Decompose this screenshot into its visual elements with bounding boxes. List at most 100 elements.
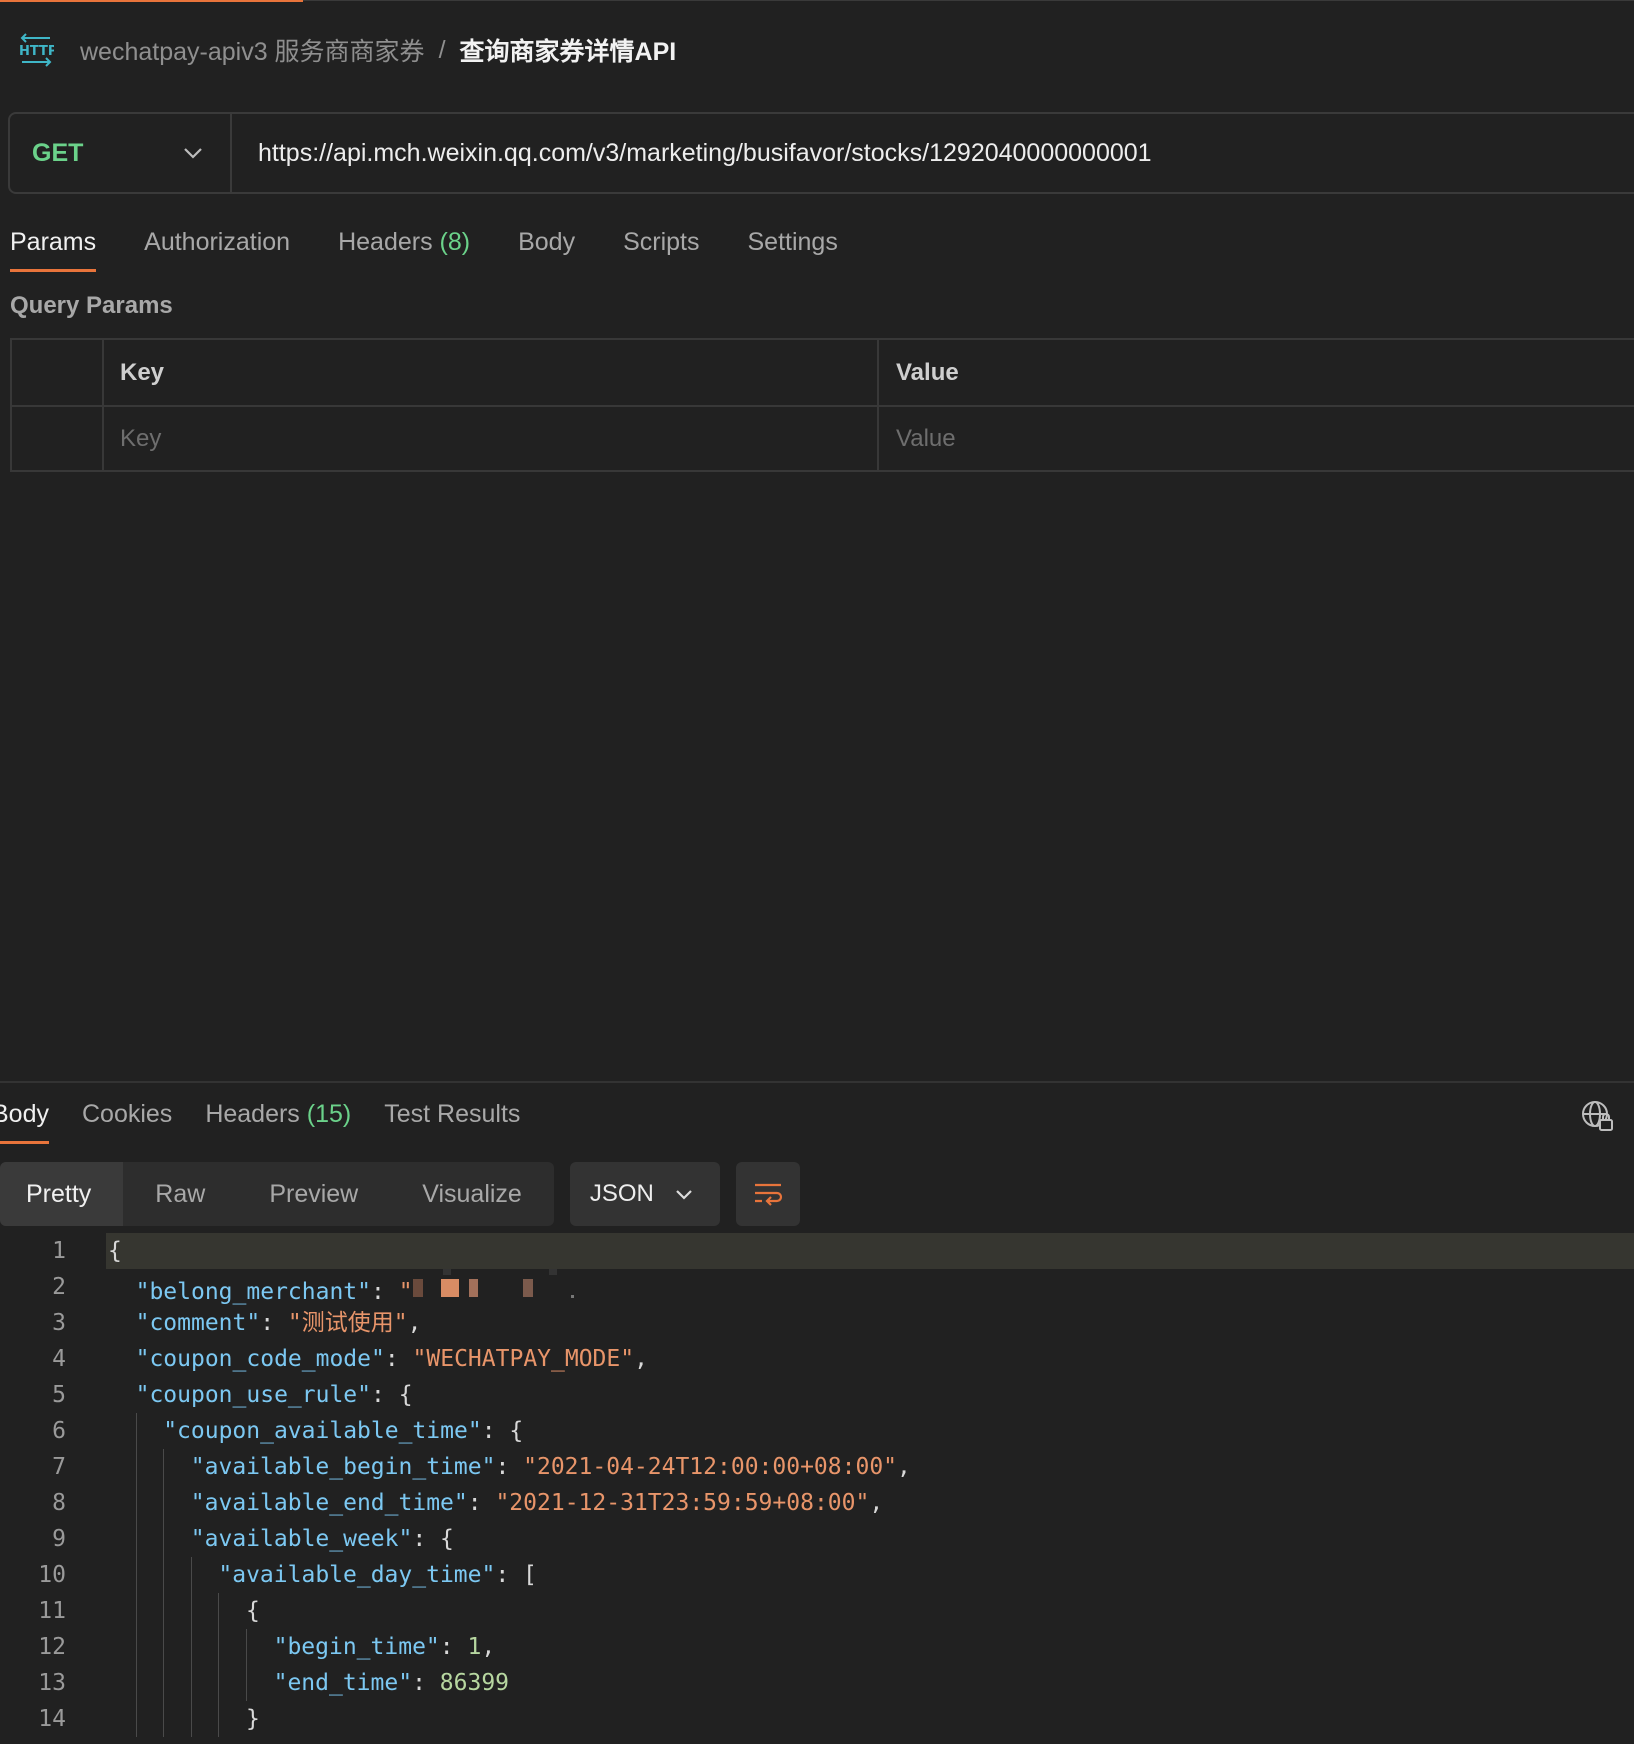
format-label: JSON — [589, 1180, 654, 1207]
line-number: 5 — [52, 1382, 66, 1408]
code-content: "belong_merchant": " — [106, 1269, 1634, 1305]
json-key: "coupon_code_mode" — [135, 1346, 385, 1372]
url-input[interactable]: https://api.mch.weixin.qq.com/v3/marketi… — [232, 139, 1152, 168]
tab-settings[interactable]: Settings — [747, 222, 837, 272]
breadcrumb: HTTP wechatpay-apiv3 服务商商家券 / 查询商家券详情API — [18, 30, 676, 70]
response-tab-test-results[interactable]: Test Results — [384, 1092, 520, 1144]
view-visualize[interactable]: Visualize — [390, 1162, 554, 1226]
breadcrumb-collection[interactable]: wechatpay-apiv3 服务商商家券 — [80, 32, 425, 68]
code-line: 3 "comment": "测试使用", — [0, 1305, 1634, 1341]
value-input[interactable]: Value — [896, 406, 956, 471]
tab-headers[interactable]: Headers (8) — [338, 222, 470, 272]
code-line: 12 "begin_time": 1, — [0, 1629, 1634, 1665]
code-content: "available_begin_time": "2021-04-24T12:0… — [106, 1449, 1634, 1485]
code-content: "available_end_time": "2021-12-31T23:59:… — [106, 1485, 1634, 1521]
wrap-lines-button[interactable] — [735, 1162, 800, 1226]
json-punctuation: : — [384, 1346, 413, 1372]
json-punctuation: { — [108, 1238, 122, 1264]
indent-guide — [163, 1629, 165, 1665]
indent-guide — [246, 1665, 247, 1701]
code-content: "comment": "测试使用", — [106, 1305, 1634, 1341]
indent-guide — [135, 1593, 137, 1629]
tab-label: Settings — [747, 228, 838, 256]
line-number: 10 — [38, 1562, 66, 1588]
code-content: { — [106, 1233, 1634, 1269]
tab-authorization[interactable]: Authorization — [144, 222, 290, 272]
code-line: 11 { — [0, 1593, 1634, 1629]
view-raw[interactable]: Raw — [123, 1162, 237, 1226]
view-preview[interactable]: Preview — [237, 1162, 390, 1226]
code-line: 4 "coupon_code_mode": "WECHATPAY_MODE", — [0, 1341, 1634, 1377]
line-number: 13 — [38, 1670, 66, 1696]
response-body-code[interactable]: 1{2 "belong_merchant": " 3 "comment": "测试使用… — [0, 1233, 1634, 1744]
indent-guide — [135, 1485, 137, 1521]
table-row: Key Value — [12, 406, 1634, 471]
json-key: "available_end_time" — [190, 1490, 468, 1516]
top-border — [303, 0, 1634, 1]
indent-guide — [218, 1593, 220, 1629]
indent-guide — [246, 1629, 247, 1665]
indent-guide — [135, 1629, 137, 1665]
key-input[interactable]: Key — [120, 406, 161, 471]
indent-guide — [135, 1557, 137, 1593]
json-punctuation: , — [897, 1454, 911, 1480]
method-select[interactable]: GET — [10, 114, 232, 192]
response-tab-headers[interactable]: Headers (15) — [205, 1092, 351, 1144]
json-punctuation: : { — [481, 1418, 524, 1444]
json-punctuation: : — [439, 1634, 468, 1660]
json-punctuation: : — [260, 1310, 288, 1336]
svg-text:HTTP: HTTP — [19, 44, 54, 59]
response-divider[interactable] — [0, 1081, 1634, 1083]
code-content: "coupon_code_mode": "WECHATPAY_MODE", — [106, 1341, 1634, 1377]
json-key: "available_day_time" — [218, 1562, 496, 1588]
json-punctuation: } — [246, 1706, 260, 1732]
line-number: 12 — [38, 1634, 66, 1660]
format-select[interactable]: JSON — [569, 1162, 720, 1226]
indent-guide — [135, 1665, 137, 1701]
json-punctuation: : { — [371, 1382, 413, 1408]
tab-params[interactable]: Params — [10, 222, 97, 272]
view-mode-segmented: Pretty Raw Preview Visualize — [0, 1162, 554, 1226]
json-string: " — [398, 1279, 413, 1305]
json-string: "2021-12-31T23:59:59+08:00" — [495, 1490, 870, 1516]
code-line: 7 "available_begin_time": "2021-04-24T12:… — [0, 1449, 1634, 1485]
query-params-table: Key Value Key Value — [10, 338, 1634, 472]
code-line: 1{ — [0, 1233, 1634, 1269]
line-number: 9 — [52, 1526, 66, 1552]
tab-scripts[interactable]: Scripts — [623, 222, 699, 272]
line-number: 1 — [52, 1238, 66, 1264]
response-tab-cookies[interactable]: Cookies — [82, 1092, 172, 1144]
indent-guide — [163, 1665, 165, 1701]
response-tab-body[interactable]: Body — [0, 1092, 49, 1144]
code-content: { — [106, 1593, 1634, 1629]
request-tabs: Params Authorization Headers (8) Body Sc… — [10, 222, 886, 274]
tab-body[interactable]: Body — [518, 222, 575, 272]
value-column-header: Value — [896, 358, 959, 386]
headers-count: (8) — [439, 228, 471, 256]
json-key: "end_time" — [273, 1670, 413, 1696]
tab-label: Headers — [205, 1100, 300, 1128]
headers-count: (15) — [306, 1100, 352, 1128]
code-content: "available_day_time": [ — [106, 1557, 1634, 1593]
globe-lock-icon[interactable] — [1580, 1099, 1614, 1133]
indent-guide — [190, 1701, 192, 1737]
code-line: 5 "coupon_use_rule": { — [0, 1377, 1634, 1413]
json-key: "belong_merchant" — [135, 1279, 371, 1305]
line-number: 2 — [52, 1274, 66, 1300]
json-key: "coupon_available_time" — [163, 1418, 482, 1444]
chevron-down-icon — [184, 148, 202, 159]
line-number: 3 — [52, 1310, 66, 1336]
breadcrumb-separator: / — [438, 35, 446, 64]
json-punctuation: : — [495, 1454, 524, 1480]
url-bar: GET https://api.mch.weixin.qq.com/v3/mar… — [8, 112, 1634, 194]
line-number: 7 — [52, 1454, 66, 1480]
indent-guide — [218, 1629, 220, 1665]
code-line: 8 "available_end_time": "2021-12-31T23:59… — [0, 1485, 1634, 1521]
json-number: 1 — [467, 1634, 482, 1660]
line-number: 6 — [52, 1418, 66, 1444]
line-number: 4 — [52, 1346, 66, 1372]
view-pretty[interactable]: Pretty — [0, 1162, 124, 1226]
code-content: "begin_time": 1, — [106, 1629, 1634, 1665]
request-title[interactable]: 查询商家券详情API — [460, 32, 677, 68]
code-line: 6 "coupon_available_time": { — [0, 1413, 1634, 1449]
